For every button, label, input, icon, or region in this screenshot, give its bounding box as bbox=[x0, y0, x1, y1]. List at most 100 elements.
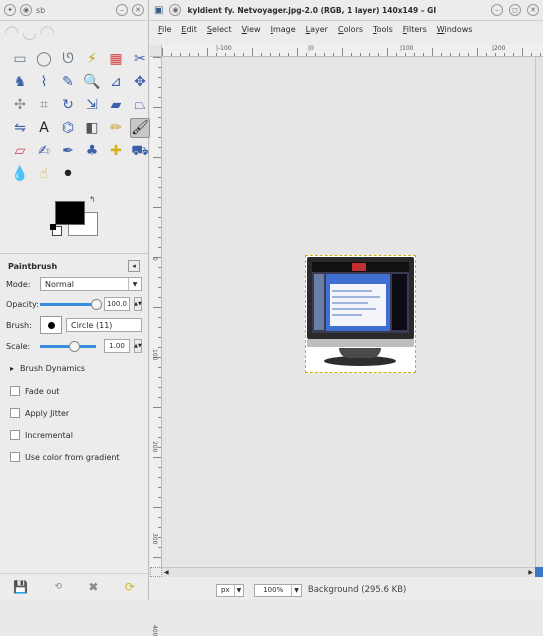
align-icon[interactable]: ✣ bbox=[10, 95, 30, 115]
heal-icon[interactable]: ✚ bbox=[106, 141, 126, 161]
menu-filters[interactable]: Filters bbox=[403, 25, 427, 34]
mode-select[interactable]: Normal ▼ bbox=[40, 277, 142, 291]
vertical-scrollbar[interactable] bbox=[535, 57, 543, 567]
ruler-tick bbox=[158, 297, 161, 298]
scale-slider[interactable] bbox=[40, 340, 96, 352]
navigate-icon[interactable] bbox=[535, 567, 543, 577]
layer-boundary[interactable] bbox=[305, 255, 416, 373]
checkbox-incremental[interactable]: Incremental bbox=[0, 424, 148, 446]
flip-icon[interactable]: ⇋ bbox=[10, 118, 30, 138]
move-icon[interactable]: ✥ bbox=[130, 72, 150, 92]
options-menu-icon[interactable]: ◂ bbox=[128, 260, 140, 272]
text-icon[interactable]: A bbox=[34, 118, 54, 138]
select-by-color-icon[interactable]: ▦ bbox=[106, 49, 126, 69]
foreground-color-swatch[interactable] bbox=[55, 201, 85, 225]
ellipse-select-icon[interactable]: ◯ bbox=[34, 49, 54, 69]
checkbox-box[interactable] bbox=[10, 386, 20, 396]
eraser-icon[interactable]: ▱ bbox=[10, 141, 30, 161]
ruler-corner[interactable] bbox=[150, 45, 162, 57]
tool-options-title: Paintbrush bbox=[8, 261, 58, 271]
checkbox-fade-out[interactable]: Fade out bbox=[0, 380, 148, 402]
ink-icon[interactable]: ✒ bbox=[58, 141, 78, 161]
checkbox-box[interactable] bbox=[10, 430, 20, 440]
scroll-right-icon[interactable]: ▶ bbox=[528, 569, 533, 576]
pencil-icon[interactable]: ✏ bbox=[106, 118, 126, 138]
scroll-left-icon[interactable]: ◀ bbox=[164, 569, 169, 576]
checkbox-use-gradient[interactable]: Use color from gradient bbox=[0, 446, 148, 468]
brush-dynamics-expander[interactable]: ▸ Brush Dynamics bbox=[0, 356, 148, 380]
clone-icon[interactable]: ♣ bbox=[82, 141, 102, 161]
maximize-icon[interactable]: ◻ bbox=[509, 4, 521, 16]
quick-mask-toggle[interactable] bbox=[150, 567, 162, 577]
vertical-ruler[interactable]: 0 100 200 300 400 bbox=[150, 57, 162, 636]
menu-select[interactable]: Select bbox=[207, 25, 232, 34]
scissors-select-icon[interactable]: ✂ bbox=[130, 49, 150, 69]
free-select-icon[interactable]: ᘎ bbox=[58, 49, 78, 69]
perspective-icon[interactable]: ⏢ bbox=[130, 95, 150, 115]
gimp-icon[interactable]: ✦ bbox=[4, 4, 16, 16]
close-icon[interactable]: ✕ bbox=[527, 4, 539, 16]
close-icon[interactable]: ✕ bbox=[132, 4, 144, 16]
delete-options-icon[interactable]: ✖ bbox=[88, 580, 98, 594]
opacity-slider[interactable] bbox=[40, 298, 102, 310]
foreground-select-icon[interactable]: ♞ bbox=[10, 72, 30, 92]
blur-icon[interactable]: 💧 bbox=[10, 164, 30, 184]
menu-file[interactable]: File bbox=[158, 25, 171, 34]
perspective-clone-icon[interactable]: ⛟ bbox=[130, 141, 150, 161]
paintbrush-icon[interactable]: 🖌 bbox=[130, 118, 150, 138]
menu-view[interactable]: View bbox=[242, 25, 261, 34]
rect-select-icon[interactable]: ▭ bbox=[10, 49, 30, 69]
dodge-burn-icon[interactable]: ⚫ bbox=[58, 164, 78, 184]
shear-icon[interactable]: ▰ bbox=[106, 95, 126, 115]
save-options-icon[interactable]: 💾 bbox=[13, 580, 28, 594]
smudge-icon[interactable]: ☝ bbox=[34, 164, 54, 184]
scale-icon[interactable]: ⇲ bbox=[82, 95, 102, 115]
menu-layer[interactable]: Layer bbox=[306, 25, 328, 34]
checkbox-apply-jitter[interactable]: Apply Jitter bbox=[0, 402, 148, 424]
rotate-icon[interactable]: ↻ bbox=[58, 95, 78, 115]
scale-value[interactable]: 1.00 bbox=[104, 339, 130, 353]
menu-image[interactable]: Image bbox=[271, 25, 296, 34]
opacity-slider-handle[interactable] bbox=[91, 298, 102, 310]
minimize-icon[interactable]: – bbox=[491, 4, 503, 16]
menu-windows[interactable]: Windows bbox=[437, 25, 473, 34]
brush-dot-icon bbox=[47, 321, 55, 329]
reset-colors-icon[interactable] bbox=[50, 224, 62, 236]
brush-name-field[interactable]: Circle (11) bbox=[66, 318, 142, 332]
paths-icon[interactable]: ⌇ bbox=[34, 72, 54, 92]
checkbox-box[interactable] bbox=[10, 408, 20, 418]
zoom-select[interactable]: 100% ▼ bbox=[254, 583, 302, 597]
opacity-value[interactable]: 100.0 bbox=[104, 297, 130, 311]
swap-colors-icon[interactable]: ↰ bbox=[89, 195, 96, 204]
horizontal-scrollbar[interactable]: ◀ ▶ bbox=[162, 567, 535, 577]
reset-options-icon[interactable]: ⟳ bbox=[125, 580, 135, 594]
gimp-image-icon[interactable]: ▣ bbox=[154, 5, 163, 16]
opacity-spinner-icon[interactable]: ▲▼ bbox=[134, 297, 142, 311]
airbrush-icon[interactable]: ✍ bbox=[34, 141, 54, 161]
fuzzy-select-icon[interactable]: ⚡ bbox=[82, 49, 102, 69]
zoom-icon[interactable]: 🔍 bbox=[82, 72, 102, 92]
ruler-tick bbox=[504, 53, 505, 56]
menu-colors[interactable]: Colors bbox=[338, 25, 363, 34]
checkbox-box[interactable] bbox=[10, 452, 20, 462]
horizontal-ruler[interactable]: |-100 |0 |100 |200 bbox=[162, 45, 543, 57]
restore-options-icon[interactable]: ⟲ bbox=[54, 582, 62, 592]
color-picker-icon[interactable]: ✎ bbox=[58, 72, 78, 92]
brush-preview[interactable] bbox=[40, 316, 62, 334]
window-menu-icon[interactable]: ◉ bbox=[169, 4, 182, 16]
scale-slider-handle[interactable] bbox=[68, 340, 80, 352]
scale-spinner-icon[interactable]: ▲▼ bbox=[134, 339, 142, 353]
window-menu-icon[interactable]: ◉ bbox=[20, 4, 32, 16]
unit-select[interactable]: px ▼ bbox=[216, 583, 245, 597]
ruler-tick bbox=[158, 547, 161, 548]
crop-icon[interactable]: ⌗ bbox=[34, 95, 54, 115]
image-canvas[interactable] bbox=[162, 57, 535, 567]
measure-icon[interactable]: ⊿ bbox=[106, 72, 126, 92]
bucket-fill-icon[interactable]: ◧ bbox=[82, 118, 102, 138]
cage-transform-icon[interactable]: ⌬ bbox=[58, 118, 78, 138]
minimize-icon[interactable]: – bbox=[116, 4, 128, 16]
ruler-tick bbox=[477, 48, 478, 56]
ruler-label: 400 bbox=[151, 625, 158, 636]
menu-tools[interactable]: Tools bbox=[373, 25, 393, 34]
menu-edit[interactable]: Edit bbox=[181, 25, 197, 34]
